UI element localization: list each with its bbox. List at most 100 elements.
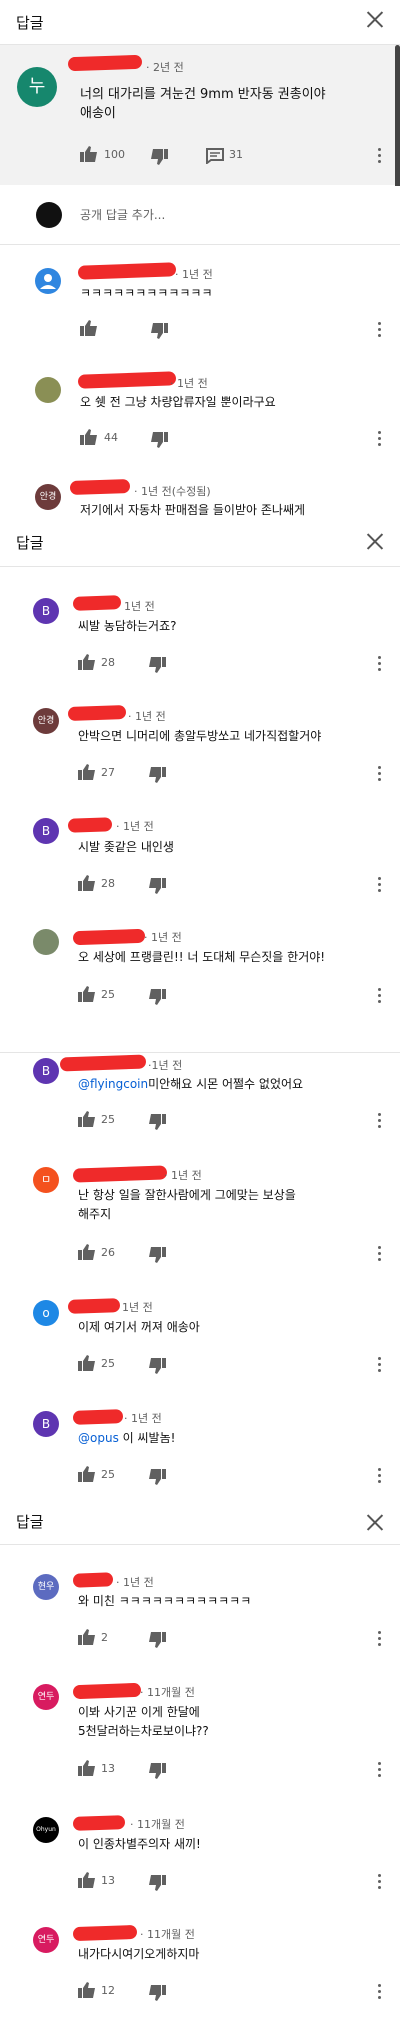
comment-time: · 11개월 전 bbox=[140, 1686, 195, 1699]
comment-time: 1년 전 bbox=[124, 600, 155, 613]
comment-time: · 1년 전 bbox=[124, 1412, 162, 1425]
like-icon[interactable] bbox=[78, 654, 96, 670]
mention-link[interactable]: @opus bbox=[78, 1431, 119, 1445]
avatar[interactable]: 안경 bbox=[35, 484, 61, 510]
like-icon[interactable] bbox=[80, 429, 98, 445]
like-count: 25 bbox=[101, 1468, 115, 1481]
like-icon[interactable] bbox=[80, 146, 98, 162]
more-icon[interactable] bbox=[378, 656, 382, 672]
comment-time: · 11개월 전 bbox=[140, 1928, 195, 1941]
more-icon[interactable] bbox=[378, 988, 382, 1004]
avatar[interactable]: B bbox=[33, 818, 59, 844]
comment-time: · 1년 전 bbox=[170, 377, 208, 390]
close-icon[interactable] bbox=[364, 1511, 386, 1533]
replies-header: 답글 bbox=[0, 520, 400, 567]
like-icon[interactable] bbox=[78, 875, 96, 891]
comment-text: 이제 여기서 꺼져 애송아 bbox=[78, 1320, 200, 1334]
comment-text: 이 인종차별주의자 새끼! bbox=[78, 1837, 201, 1851]
comment-text: 시발 좆같은 내인생 bbox=[78, 840, 174, 854]
comment-time: · 1년 전 bbox=[116, 820, 154, 833]
more-icon[interactable] bbox=[378, 1874, 382, 1890]
more-icon[interactable] bbox=[378, 766, 382, 782]
dislike-icon[interactable] bbox=[148, 989, 166, 1005]
like-icon[interactable] bbox=[78, 764, 96, 780]
comment-time: · 1년 전 bbox=[116, 1576, 154, 1589]
avatar[interactable]: ㅁ bbox=[33, 1167, 59, 1193]
like-count: 2 bbox=[101, 1631, 108, 1644]
dislike-icon[interactable] bbox=[148, 1247, 166, 1263]
avatar[interactable]: Ohyun bbox=[33, 1817, 59, 1843]
default-avatar-icon bbox=[35, 268, 61, 294]
more-icon[interactable] bbox=[378, 322, 382, 338]
more-icon[interactable] bbox=[378, 877, 382, 893]
avatar[interactable]: 연두 bbox=[33, 1684, 59, 1710]
avatar[interactable]: 현우 bbox=[33, 1574, 59, 1600]
dislike-icon[interactable] bbox=[148, 1469, 166, 1485]
like-count: 25 bbox=[101, 988, 115, 1001]
avatar[interactable]: 안경 bbox=[33, 708, 59, 734]
more-icon[interactable] bbox=[378, 148, 382, 164]
avatar[interactable]: B bbox=[33, 598, 59, 624]
reply-icon[interactable] bbox=[206, 148, 224, 164]
like-count: 12 bbox=[101, 1984, 115, 1997]
avatar[interactable]: 연두 bbox=[33, 1927, 59, 1953]
comment-text: 이봐 사기꾼 이게 한달에 5천달러하는차로보이냐?? bbox=[78, 1705, 209, 1738]
replies-title: 답글 bbox=[16, 1513, 44, 1531]
comment-text: 내가다시여기오게하지마 bbox=[78, 1947, 200, 1961]
like-icon[interactable] bbox=[78, 1982, 96, 1998]
mention-link[interactable]: @flyingcoin bbox=[78, 1077, 148, 1091]
more-icon[interactable] bbox=[378, 431, 382, 447]
dislike-icon[interactable] bbox=[150, 323, 168, 339]
close-icon[interactable] bbox=[364, 530, 386, 552]
close-icon[interactable] bbox=[364, 8, 386, 30]
my-avatar bbox=[36, 202, 62, 228]
dislike-icon[interactable] bbox=[148, 1985, 166, 2001]
add-reply-input[interactable]: 공개 답글 추가... bbox=[80, 206, 165, 223]
like-icon[interactable] bbox=[78, 1111, 96, 1127]
avatar[interactable] bbox=[33, 929, 59, 955]
reply-count: 31 bbox=[229, 148, 243, 161]
like-icon[interactable] bbox=[78, 1466, 96, 1482]
like-count: 13 bbox=[101, 1874, 115, 1887]
dislike-icon[interactable] bbox=[148, 1114, 166, 1130]
like-icon[interactable] bbox=[78, 1629, 96, 1645]
dislike-icon[interactable] bbox=[150, 149, 168, 165]
like-count: 26 bbox=[101, 1246, 115, 1259]
avatar[interactable]: B bbox=[33, 1411, 59, 1437]
avatar[interactable]: B bbox=[33, 1058, 59, 1084]
more-icon[interactable] bbox=[378, 1984, 382, 2000]
parent-comment: 누 · 2년 전 너의 대가리를 겨눈건 9mm 반자동 권총이야 애송이 10… bbox=[0, 45, 400, 185]
more-icon[interactable] bbox=[378, 1631, 382, 1647]
dislike-icon[interactable] bbox=[148, 657, 166, 673]
dislike-icon[interactable] bbox=[148, 878, 166, 894]
dislike-icon[interactable] bbox=[148, 1763, 166, 1779]
avatar[interactable] bbox=[35, 377, 61, 403]
replies-header: 답글 bbox=[0, 1508, 400, 1545]
like-icon[interactable] bbox=[78, 986, 96, 1002]
more-icon[interactable] bbox=[378, 1357, 382, 1373]
avatar[interactable] bbox=[35, 268, 61, 294]
more-icon[interactable] bbox=[378, 1762, 382, 1778]
like-icon[interactable] bbox=[80, 320, 98, 336]
dislike-icon[interactable] bbox=[150, 432, 168, 448]
like-icon[interactable] bbox=[78, 1355, 96, 1371]
divider bbox=[0, 1052, 400, 1053]
more-icon[interactable] bbox=[378, 1468, 382, 1484]
more-icon[interactable] bbox=[378, 1113, 382, 1129]
like-icon[interactable] bbox=[78, 1760, 96, 1776]
avatar[interactable]: o bbox=[33, 1300, 59, 1326]
comment-time: · 1년 전(수정됨) bbox=[134, 485, 211, 498]
like-icon[interactable] bbox=[78, 1244, 96, 1260]
dislike-icon[interactable] bbox=[148, 767, 166, 783]
comment-time: · 1년 전 bbox=[164, 1169, 202, 1182]
comment-text: 너의 대가리를 겨눈건 9mm 반자동 권총이야 애송이 bbox=[80, 87, 326, 121]
avatar[interactable]: 누 bbox=[17, 67, 57, 107]
comment-text: @opus 이 씨발놈! bbox=[78, 1431, 176, 1445]
like-count: 44 bbox=[104, 431, 118, 444]
dislike-icon[interactable] bbox=[148, 1358, 166, 1374]
dislike-icon[interactable] bbox=[148, 1632, 166, 1648]
like-icon[interactable] bbox=[78, 1872, 96, 1888]
like-count: 27 bbox=[101, 766, 115, 779]
dislike-icon[interactable] bbox=[148, 1875, 166, 1891]
more-icon[interactable] bbox=[378, 1246, 382, 1262]
